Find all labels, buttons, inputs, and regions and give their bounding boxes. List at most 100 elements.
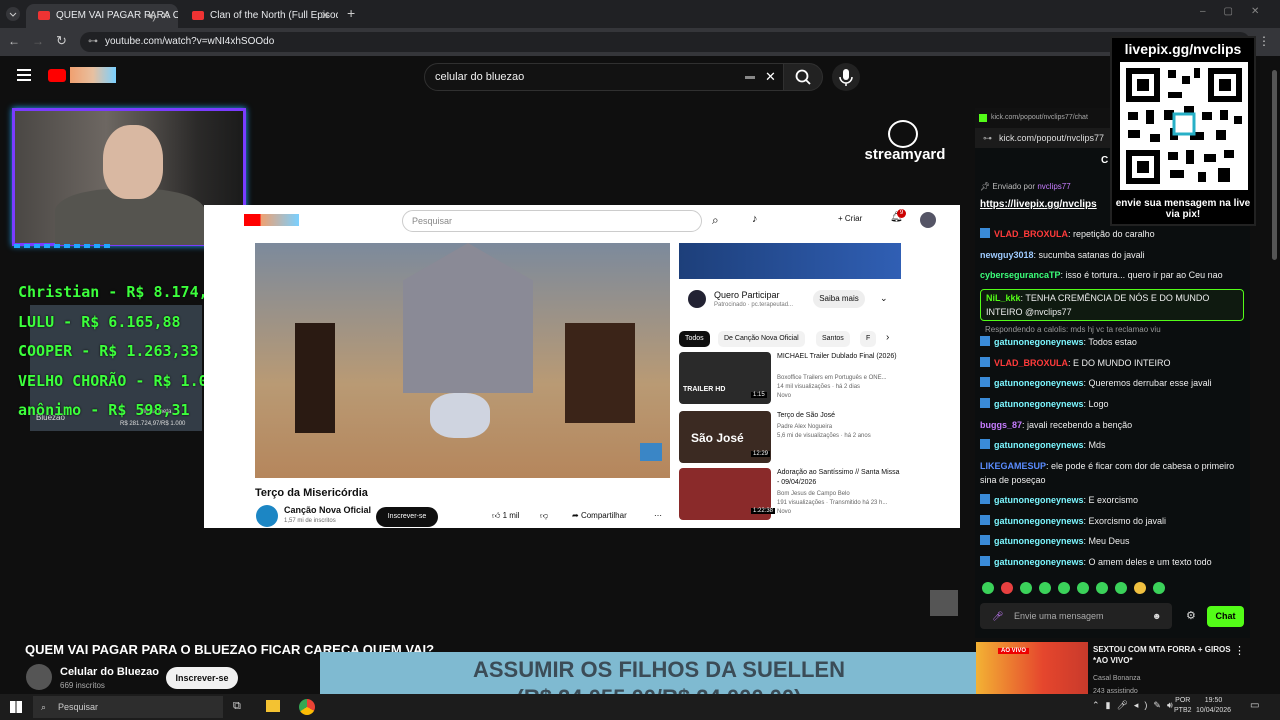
emote-icon[interactable] <box>1020 582 1032 594</box>
chat-username[interactable]: gatunonegoneynews <box>994 495 1084 505</box>
file-explorer-icon[interactable] <box>266 700 280 712</box>
chrome-icon[interactable] <box>299 699 315 715</box>
back-icon[interactable]: ← <box>8 34 20 48</box>
task-view-icon[interactable]: ⧉ <box>233 700 241 713</box>
chat-username[interactable]: cybersegurancaTP <box>980 270 1061 280</box>
search-input[interactable]: celular do bluezao ▬ ✕ <box>424 63 784 91</box>
tab-search-icon[interactable] <box>6 7 20 21</box>
tab-second[interactable]: Clan of the North (Full Episode) ✕ <box>180 4 338 28</box>
emote-icon[interactable] <box>1058 582 1070 594</box>
keyboard-icon[interactable]: ▬ <box>745 64 755 90</box>
mic-icon[interactable]: 🎤︎ <box>992 603 1003 629</box>
streamyard-icon <box>888 120 918 148</box>
close-tab-icon[interactable]: ✕ <box>321 4 330 28</box>
chat-input-placeholder: Envie uma mensagem <box>1014 611 1104 621</box>
url-bar[interactable]: ⊶ youtube.com/watch?v=wNI4xhSOOdo <box>80 32 1250 52</box>
capture-related-video: 1:22:38 Adoração ao Santíssimo // Santa … <box>679 468 929 524</box>
capture-channel-name: Canção Nova Oficial <box>284 505 372 515</box>
capture-search-input: Pesquisar <box>402 210 702 232</box>
suggested-video[interactable]: AO VIVO SEXTOU COM MTA FORRA + GIROS *AO… <box>976 642 1246 695</box>
pix-link[interactable]: https://livepix.gg/nvclips <box>980 199 1120 210</box>
chat-settings-icon[interactable]: ⚙ <box>1186 609 1196 622</box>
capture-video-frame <box>255 243 670 478</box>
clock[interactable]: 19:50 10/04/2026 <box>1196 696 1231 716</box>
chat-username[interactable]: VLAD_BROXULA <box>994 229 1068 239</box>
hamburger-menu-icon[interactable] <box>17 69 31 81</box>
emote-icon[interactable] <box>982 582 994 594</box>
chat-badge-icon <box>980 228 990 238</box>
chat-send-button[interactable]: Chat <box>1207 606 1244 627</box>
browser-tab-bar: QUEM VAI PAGAR PARA O ◂) ✕ Clan of the N… <box>0 0 1280 28</box>
audio-icon[interactable]: ◂) <box>147 4 156 28</box>
close-tab-icon[interactable]: ✕ <box>161 4 170 28</box>
chat-username[interactable]: VLAD_BROXULA <box>994 358 1068 368</box>
reload-icon[interactable]: ↻ <box>56 33 67 49</box>
suggested-thumbnail[interactable]: AO VIVO <box>976 642 1088 694</box>
screen: QUEM VAI PAGAR PARA O ◂) ✕ Clan of the N… <box>0 0 1280 720</box>
channel-avatar[interactable] <box>26 664 52 690</box>
emote-icon[interactable] <box>1115 582 1127 594</box>
emote-icon[interactable] <box>1096 582 1108 594</box>
chat-username[interactable]: gatunonegoneynews <box>994 536 1084 546</box>
capture-share-button: ➦ Compartilhar <box>572 511 627 520</box>
chat-username[interactable]: LIKEGAMESUP <box>980 461 1046 471</box>
chat-username[interactable]: gatunonegoneynews <box>994 378 1084 388</box>
clear-search-icon[interactable]: ✕ <box>765 64 776 90</box>
suggested-title[interactable]: SEXTOU COM MTA FORRA + GIROS *AO VIVO* <box>1093 644 1233 666</box>
chat-badge-icon <box>980 494 990 504</box>
chat-username[interactable]: NiL_kkk <box>986 293 1021 303</box>
emote-icon[interactable] <box>1153 582 1165 594</box>
subscribe-button[interactable]: Inscrever-se <box>166 667 238 689</box>
emote-icon[interactable] <box>1077 582 1089 594</box>
related-duration: 1:22:38 <box>751 508 776 514</box>
chat-text: Exorcismo do javali <box>1088 516 1167 526</box>
voice-search-button[interactable] <box>832 63 860 91</box>
chat-input[interactable]: 🎤︎ Envie uma mensagem ☻ <box>980 603 1172 629</box>
chat-badge-icon <box>980 515 990 525</box>
language-code: POR <box>1175 697 1191 704</box>
chat-username[interactable]: gatunonegoneynews <box>994 557 1084 567</box>
system-tray-icons[interactable]: ⌃▮🎤︎◂)✎🔊︎ <box>1092 700 1179 711</box>
related-channel: Boxoffice Trailers em Português e ONE...… <box>777 375 887 399</box>
notifications-icon[interactable]: ▭ <box>1250 700 1259 711</box>
taskbar-search[interactable]: ⌕ Pesquisar <box>33 696 223 718</box>
chat-message: newguy3018: sucumba satanas do javali <box>980 250 1145 260</box>
capture-like-count: 1 mil <box>502 511 520 520</box>
forward-icon[interactable]: → <box>32 34 44 48</box>
capture-chip: Todos <box>679 331 710 347</box>
channel-name[interactable]: Celular do Bluezao <box>60 666 159 678</box>
livepix-qr-widget: livepix.gg/nvclips envie sua mensagem na… <box>1110 36 1256 226</box>
chat-text: E DO MUNDO INTEIRO <box>1073 358 1171 368</box>
chat-username[interactable]: gatunonegoneynews <box>994 399 1084 409</box>
language-indicator[interactable]: POR PTB2 <box>1174 696 1192 716</box>
menu-dots-icon[interactable]: ⋮ <box>1258 34 1270 48</box>
chat-username[interactable]: newguy3018 <box>980 250 1034 260</box>
suggested-more-icon[interactable]: ⋮ <box>1234 644 1245 657</box>
emote-icon[interactable] <box>1134 582 1146 594</box>
chat-text: Meu Deus <box>1088 536 1130 546</box>
new-tab-button[interactable]: + <box>347 5 355 21</box>
window-controls[interactable]: –▢✕ <box>1200 6 1277 17</box>
windows-start-icon[interactable] <box>10 701 22 713</box>
tab-active[interactable]: QUEM VAI PAGAR PARA O ◂) ✕ <box>26 4 178 28</box>
screen-capture: Pesquisar ⌕ ♪ + Criar 🔔︎ 9 Terço da Mise… <box>204 205 960 528</box>
goal-banner-line1: ASSUMIR OS FILHOS DA SUELLEN <box>473 657 845 682</box>
capture-channel-subs: 1,57 mi de inscritos <box>284 518 336 524</box>
chat-username[interactable]: gatunonegoneynews <box>994 440 1084 450</box>
capture-youtube-logo <box>244 214 299 226</box>
chat-username[interactable]: gatunonegoneynews <box>994 337 1084 347</box>
capture-related-video: São José 12:29 Terço de São José Padre A… <box>679 411 929 467</box>
doodle-logo[interactable] <box>70 67 116 83</box>
emote-icon[interactable] <box>1039 582 1051 594</box>
youtube-favicon-icon <box>192 11 204 20</box>
site-info-icon[interactable]: ⊶ <box>88 32 98 52</box>
youtube-logo-icon[interactable] <box>48 69 66 82</box>
search-button[interactable] <box>783 63 823 91</box>
chat-username[interactable]: buggs_87 <box>980 420 1022 430</box>
site-info-icon: ⊶ <box>983 133 992 143</box>
chat-badge-icon <box>980 377 990 387</box>
chat-username[interactable]: gatunonegoneynews <box>994 516 1084 526</box>
emote-icon[interactable] <box>1001 582 1013 594</box>
emoji-picker-icon[interactable]: ☻ <box>1152 603 1161 629</box>
page-scrollbar[interactable] <box>1272 70 1277 260</box>
